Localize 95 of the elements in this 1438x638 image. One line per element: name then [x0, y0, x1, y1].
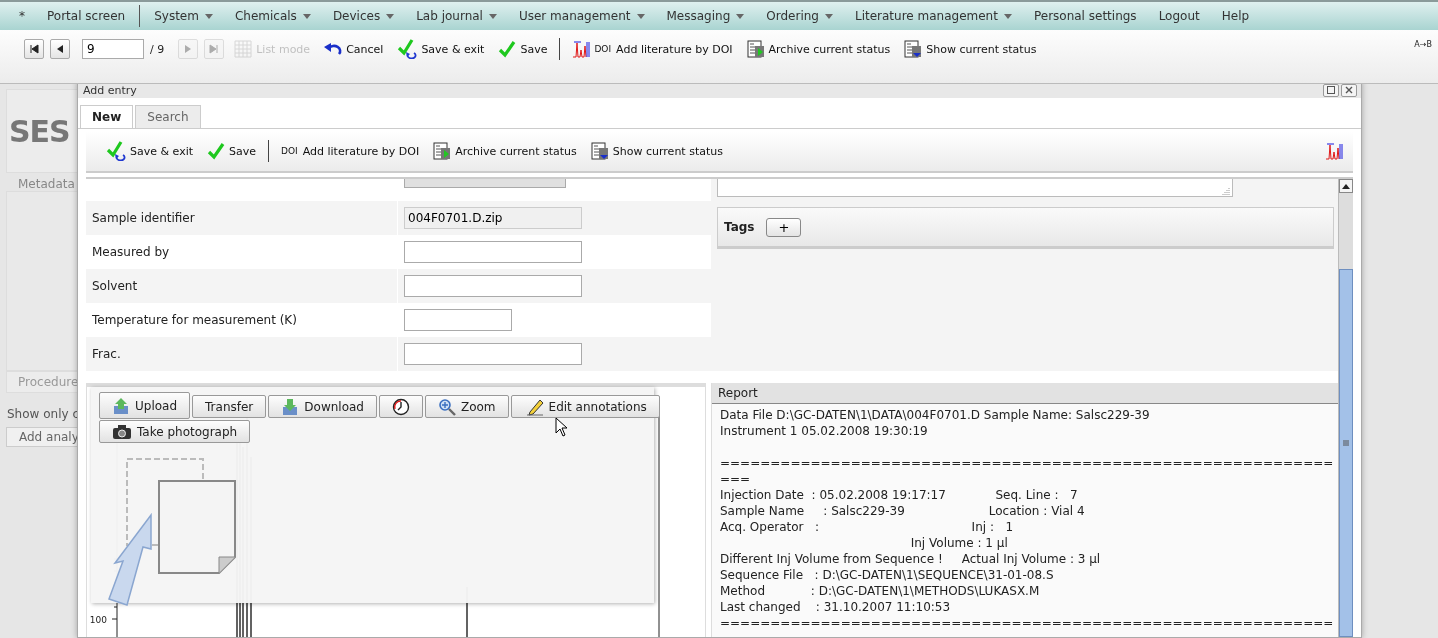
scrollbar[interactable]	[1338, 179, 1353, 637]
menu-item[interactable]: Literature management	[843, 9, 1023, 23]
maximize-icon	[1327, 86, 1335, 94]
caret-icon	[1003, 13, 1012, 19]
field-label: Frac.	[86, 337, 398, 371]
show-status-button[interactable]: Show current status	[586, 142, 727, 160]
download-button[interactable]: Download	[268, 395, 377, 418]
tab[interactable]: Search	[135, 105, 201, 128]
dialog-title: Add entry	[83, 83, 137, 97]
text-field[interactable]	[404, 343, 582, 365]
archive-status-button[interactable]: Archive current status	[429, 142, 581, 160]
save-button[interactable]: Save	[494, 40, 552, 58]
close-icon	[1345, 86, 1353, 94]
spectrum-icon	[572, 40, 591, 58]
camera-icon	[112, 423, 132, 440]
check-icon	[397, 39, 418, 59]
text-area[interactable]	[717, 179, 1233, 197]
last-page-icon	[209, 44, 220, 54]
menu-item[interactable]: Personal settings	[1022, 9, 1148, 23]
clock-icon	[391, 397, 410, 416]
report-title: Report	[712, 383, 1338, 404]
check-icon	[207, 142, 226, 160]
transfer-button[interactable]: Transfer	[192, 395, 267, 418]
undo-icon	[324, 42, 343, 56]
readonly-field[interactable]: 004F0701.D.zip	[404, 207, 582, 229]
dropdown-field[interactable]	[404, 179, 566, 188]
check-icon	[106, 141, 126, 161]
pdf-icon	[904, 40, 923, 58]
scroll-up-button[interactable]	[1339, 179, 1353, 193]
pdf-icon	[433, 142, 452, 160]
add-doi-button[interactable]: DOI Add literature by DOI	[568, 40, 737, 58]
grid-icon	[234, 40, 253, 58]
save-button[interactable]: Save	[203, 142, 261, 160]
grip-icon	[1343, 440, 1349, 446]
zoom-icon	[437, 397, 456, 416]
archive-status-button[interactable]: Archive current status	[742, 40, 895, 58]
menu-item[interactable]: Lab journal	[405, 9, 508, 23]
caret-icon	[636, 13, 645, 19]
axis-tick-label: 100	[89, 615, 107, 625]
pencil-icon	[525, 397, 544, 416]
previous-icon	[55, 44, 65, 54]
up-arrow-icon	[1342, 183, 1350, 189]
section-label: Metadata	[18, 177, 76, 191]
text-field[interactable]	[404, 275, 582, 297]
caret-icon	[488, 13, 497, 19]
pdf-icon	[746, 40, 765, 58]
first-page-button[interactable]	[24, 39, 44, 59]
save-exit-button[interactable]: Save & exit	[393, 39, 489, 59]
menu-item[interactable]: Help	[1210, 9, 1261, 23]
caret-icon	[824, 13, 833, 19]
cursor-icon	[555, 417, 569, 437]
menu-item[interactable]: Portal screen	[36, 9, 137, 23]
check-icon	[498, 40, 517, 58]
resize-grip-icon	[1222, 187, 1230, 195]
text-field[interactable]	[404, 241, 582, 263]
menu-item[interactable]: Devices	[321, 9, 406, 23]
cancel-button[interactable]: Cancel	[320, 42, 388, 56]
add-doi-button[interactable]: DOI Add literature by DOI	[277, 144, 424, 158]
caret-icon	[386, 13, 395, 19]
take-photograph-button[interactable]: Take photograph	[99, 420, 251, 443]
caret-icon	[204, 13, 213, 19]
first-page-icon	[29, 44, 39, 54]
tags-label: Tags	[724, 220, 755, 234]
tab[interactable]: New	[80, 105, 134, 128]
menu-item[interactable]: Logout	[1147, 9, 1211, 23]
caret-icon	[302, 13, 311, 19]
field-label: Sample identifier	[86, 201, 398, 235]
spectrum-icon	[1325, 142, 1343, 160]
pdf-icon	[590, 142, 609, 160]
show-status-button[interactable]: Show current status	[900, 40, 1041, 58]
menu-item[interactable]: User management	[507, 9, 656, 23]
caret-icon	[736, 13, 745, 19]
field-label: Solvent	[86, 269, 398, 303]
history-button[interactable]	[378, 395, 423, 418]
menu-item[interactable]: Chemicals	[223, 9, 322, 23]
save-exit-button[interactable]: Save & exit	[102, 141, 198, 161]
upload-button[interactable]: Upload	[99, 392, 191, 419]
menu-item[interactable]: Ordering	[755, 9, 844, 23]
menu-item[interactable]: Messaging	[655, 9, 756, 23]
previous-button[interactable]	[50, 39, 70, 59]
text-field[interactable]	[404, 309, 512, 331]
zoom-button[interactable]: Zoom	[424, 395, 509, 418]
scroll-thumb[interactable]	[1339, 269, 1353, 637]
swap-label[interactable]: A→B	[1414, 40, 1432, 83]
upload-icon	[112, 396, 130, 415]
page-total: / 9	[150, 42, 165, 56]
page-title: SES	[9, 113, 70, 149]
page-field[interactable]: 9	[82, 39, 144, 59]
download-icon	[281, 397, 300, 416]
report-text: Data File D:\GC-DATEN\1\DATA\004F0701.D Sample Name: Salsc229-39 Instrument 1 05.02.2008 19:30:19 ============================================================= === Injection Date : 05.02.2008 19:17:17 Seq. Line : 7 Sample Name : Salsc229-39 Location : Vial 4 Acq. Operator : Inj : 1 Inj Volume : 1 µl Different Inj Volume from Sequence ! Actual Inj Volume : 3 µl Sequence File : D:\GC-DATEN\1\SEQUENCE\31-01-08.S Method : D:\GC-DATEN\1\METHODS\LUKASX.M Last changed : 31.10.2007 11:10:53 =============================================================	[719, 407, 1335, 632]
section-header: Procedure	[6, 371, 78, 393]
add-tag-button[interactable]: +	[766, 217, 802, 237]
edit-annotations-button[interactable]: Edit annotations	[510, 395, 660, 418]
menu-item[interactable]: *	[8, 9, 36, 23]
menu-item[interactable]: System	[143, 9, 224, 23]
